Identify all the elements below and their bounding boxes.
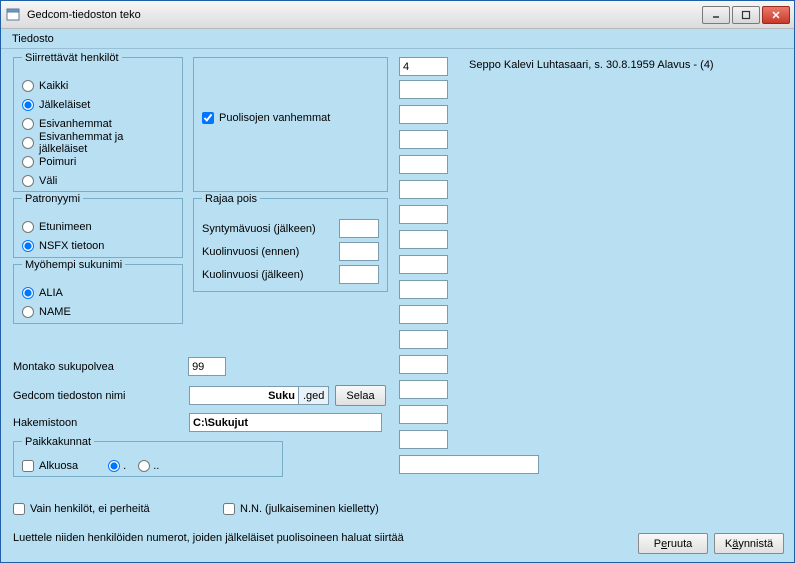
- footer-buttons: Peruuta Käynnistä: [638, 533, 784, 554]
- checkbox-nn-label: N.N. (julkaiseminen kielletty): [240, 503, 379, 515]
- radio-place-1[interactable]: [108, 460, 120, 472]
- minimize-button[interactable]: [702, 6, 730, 24]
- radio-vali-label: Väli: [39, 175, 57, 187]
- menubar: Tiedosto: [1, 29, 794, 49]
- window-buttons: [702, 6, 790, 24]
- input-gedcom-name[interactable]: [189, 386, 299, 405]
- hint-text: Luettele niiden henkilöiden numerot, joi…: [13, 532, 404, 544]
- radio-etunimeen[interactable]: [22, 221, 34, 233]
- checkbox-persons-only-label: Vain henkilöt, ei perheitä: [30, 503, 150, 515]
- group-exclude: Rajaa pois Syntymävuosi (jälkeen) Kuolin…: [193, 198, 388, 292]
- client-area: Siirrettävät henkilöt Kaikki Jälkeläiset…: [1, 49, 794, 562]
- radio-all-label: Kaikki: [39, 80, 68, 92]
- radio-descendants[interactable]: [22, 99, 34, 111]
- id-field-3[interactable]: [399, 130, 448, 149]
- group-places: Paikkakunnat Alkuosa . ..: [13, 441, 283, 477]
- radio-alia[interactable]: [22, 287, 34, 299]
- checkbox-spouse-parents[interactable]: [202, 112, 214, 124]
- input-birth-after[interactable]: [339, 219, 379, 238]
- label-death-after: Kuolinvuosi (jälkeen): [202, 269, 304, 281]
- radio-poimuri-label: Poimuri: [39, 156, 76, 168]
- left-column: Siirrettävät henkilöt Kaikki Jälkeläiset…: [13, 57, 183, 324]
- input-death-before[interactable]: [339, 242, 379, 261]
- label-generations: Montako sukupolvea: [13, 361, 185, 373]
- label-birth-after: Syntymävuosi (jälkeen): [202, 223, 316, 235]
- radio-alia-label: ALIA: [39, 287, 63, 299]
- id-field-0[interactable]: [399, 57, 448, 76]
- group-exclude-legend: Rajaa pois: [202, 193, 260, 205]
- group-transfer-legend: Siirrettävät henkilöt: [22, 52, 122, 64]
- radio-nsfx-label: NSFX tietoon: [39, 240, 104, 252]
- radio-ancestors-label: Esivanhemmat: [39, 118, 112, 130]
- id-field-6[interactable]: [399, 205, 448, 224]
- label-gedcom-name: Gedcom tiedoston nimi: [13, 390, 189, 402]
- id-field-5[interactable]: [399, 180, 448, 199]
- gedcom-name-row: Gedcom tiedoston nimi .ged Selaa: [13, 385, 386, 406]
- generations-row: Montako sukupolvea: [13, 357, 226, 376]
- radio-place-1-label: .: [123, 460, 126, 472]
- browse-button[interactable]: Selaa: [335, 385, 385, 406]
- group-spouse-parents: Puolisojen vanhemmat: [193, 57, 388, 192]
- input-generations[interactable]: [188, 357, 226, 376]
- window-title: Gedcom-tiedoston teko: [27, 9, 702, 21]
- radio-place-2[interactable]: [138, 460, 150, 472]
- id-field-4[interactable]: [399, 155, 448, 174]
- close-button[interactable]: [762, 6, 790, 24]
- menu-file[interactable]: Tiedosto: [6, 31, 60, 47]
- gedcom-ext: .ged: [299, 386, 329, 405]
- group-surname: Myöhempi sukunimi ALIA NAME: [13, 264, 183, 324]
- radio-poimuri[interactable]: [22, 156, 34, 168]
- radio-ancestors[interactable]: [22, 118, 34, 130]
- titlebar[interactable]: Gedcom-tiedoston teko: [1, 1, 794, 29]
- radio-name[interactable]: [22, 306, 34, 318]
- checkbox-persons-only[interactable]: [13, 503, 25, 515]
- radio-all[interactable]: [22, 80, 34, 92]
- cancel-button[interactable]: Peruuta: [638, 533, 708, 554]
- group-patronym-legend: Patronyymi: [22, 193, 83, 205]
- run-button[interactable]: Käynnistä: [714, 533, 784, 554]
- radio-nsfx[interactable]: [22, 240, 34, 252]
- id-field-7[interactable]: [399, 230, 448, 249]
- group-patronym: Patronyymi Etunimeen NSFX tietoon: [13, 198, 183, 258]
- id-field-9[interactable]: [399, 280, 448, 299]
- bottom-checks: Vain henkilöt, ei perheitä N.N. (julkais…: [13, 499, 379, 519]
- id-field-8[interactable]: [399, 255, 448, 274]
- app-icon: [5, 7, 21, 23]
- checkbox-nn[interactable]: [223, 503, 235, 515]
- radio-descendants-label: Jälkeläiset: [39, 99, 90, 111]
- id-field-13[interactable]: [399, 380, 448, 399]
- group-transfer: Siirrettävät henkilöt Kaikki Jälkeläiset…: [13, 57, 183, 192]
- middle-column: Puolisojen vanhemmat Rajaa pois Syntymäv…: [193, 57, 388, 338]
- checkbox-spouse-parents-label: Puolisojen vanhemmat: [219, 112, 330, 124]
- id-field-11[interactable]: [399, 330, 448, 349]
- input-death-after[interactable]: [339, 265, 379, 284]
- radio-anc-desc[interactable]: [22, 137, 34, 149]
- radio-anc-desc-label: Esivanhemmat ja jälkeläiset: [39, 131, 174, 155]
- label-death-before: Kuolinvuosi (ennen): [202, 246, 299, 258]
- person-info: Seppo Kalevi Luhtasaari, s. 30.8.1959 Al…: [469, 59, 714, 71]
- maximize-button[interactable]: [732, 6, 760, 24]
- id-field-12[interactable]: [399, 355, 448, 374]
- radio-place-2-label: ..: [153, 460, 159, 472]
- radio-etunimeen-label: Etunimeen: [39, 221, 92, 233]
- group-surname-legend: Myöhempi sukunimi: [22, 259, 125, 271]
- id-fields-column: [399, 57, 449, 480]
- radio-name-label: NAME: [39, 306, 71, 318]
- id-field-15[interactable]: [399, 430, 448, 449]
- label-directory: Hakemistoon: [13, 417, 189, 429]
- id-field-2[interactable]: [399, 105, 448, 124]
- window: Gedcom-tiedoston teko Tiedosto Siirrettä…: [0, 0, 795, 563]
- id-field-10[interactable]: [399, 305, 448, 324]
- checkbox-alkuosa-label: Alkuosa: [39, 460, 78, 472]
- input-directory[interactable]: [189, 413, 382, 432]
- id-field-1[interactable]: [399, 80, 448, 99]
- radio-vali[interactable]: [22, 175, 34, 187]
- id-field-14[interactable]: [399, 405, 448, 424]
- directory-row: Hakemistoon: [13, 413, 382, 432]
- group-places-legend: Paikkakunnat: [22, 436, 94, 448]
- id-field-16[interactable]: [399, 455, 539, 474]
- checkbox-alkuosa[interactable]: [22, 460, 34, 472]
